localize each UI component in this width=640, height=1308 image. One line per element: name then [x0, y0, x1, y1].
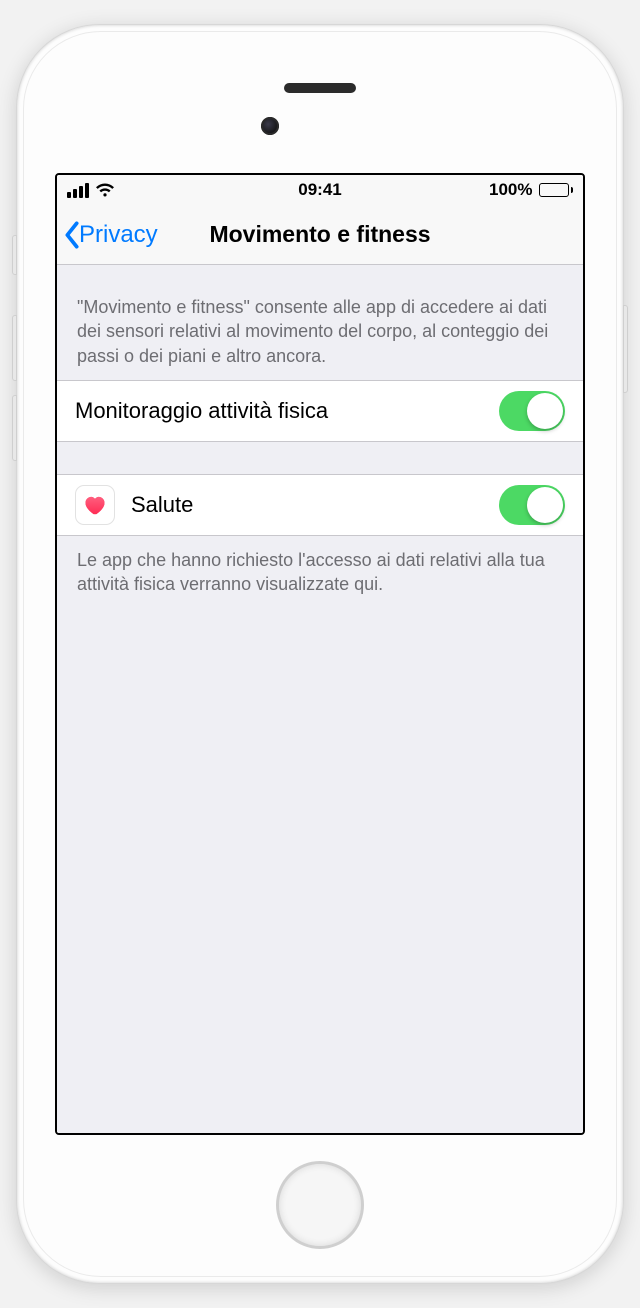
fitness-tracking-row: Monitoraggio attività fisica — [57, 381, 583, 441]
health-app-icon — [75, 485, 115, 525]
back-label: Privacy — [79, 221, 158, 249]
health-app-toggle[interactable] — [499, 485, 565, 525]
section-footer: Le app che hanno richiesto l'accesso ai … — [57, 536, 583, 607]
mute-switch — [12, 235, 17, 275]
power-button — [623, 305, 628, 393]
home-button[interactable] — [276, 1161, 364, 1249]
fitness-tracking-toggle[interactable] — [499, 391, 565, 431]
content-area: "Movimento e fitness" consente alle app … — [57, 265, 583, 1133]
heart-icon — [84, 495, 106, 515]
phone-frame: 09:41 100% Privacy Movimento e fitness "… — [16, 24, 624, 1284]
back-button[interactable]: Privacy — [57, 221, 158, 249]
health-app-label: Salute — [131, 492, 193, 518]
screen: 09:41 100% Privacy Movimento e fitness "… — [55, 173, 585, 1135]
phone-camera — [261, 117, 279, 135]
section-description: "Movimento e fitness" consente alle app … — [57, 265, 583, 380]
page-title: Movimento e fitness — [209, 221, 430, 248]
battery-icon — [539, 183, 574, 197]
status-bar: 09:41 100% — [57, 175, 583, 205]
apps-group: Salute — [57, 474, 583, 536]
fitness-tracking-label: Monitoraggio attività fisica — [75, 398, 328, 424]
fitness-tracking-group: Monitoraggio attività fisica — [57, 380, 583, 442]
navigation-bar: Privacy Movimento e fitness — [57, 205, 583, 265]
wifi-icon — [95, 183, 115, 198]
volume-up-button — [12, 315, 17, 381]
status-time: 09:41 — [298, 180, 341, 200]
health-app-row: Salute — [57, 475, 583, 535]
cellular-signal-icon — [67, 183, 89, 198]
volume-down-button — [12, 395, 17, 461]
battery-percentage: 100% — [489, 180, 532, 200]
phone-speaker — [284, 83, 356, 93]
